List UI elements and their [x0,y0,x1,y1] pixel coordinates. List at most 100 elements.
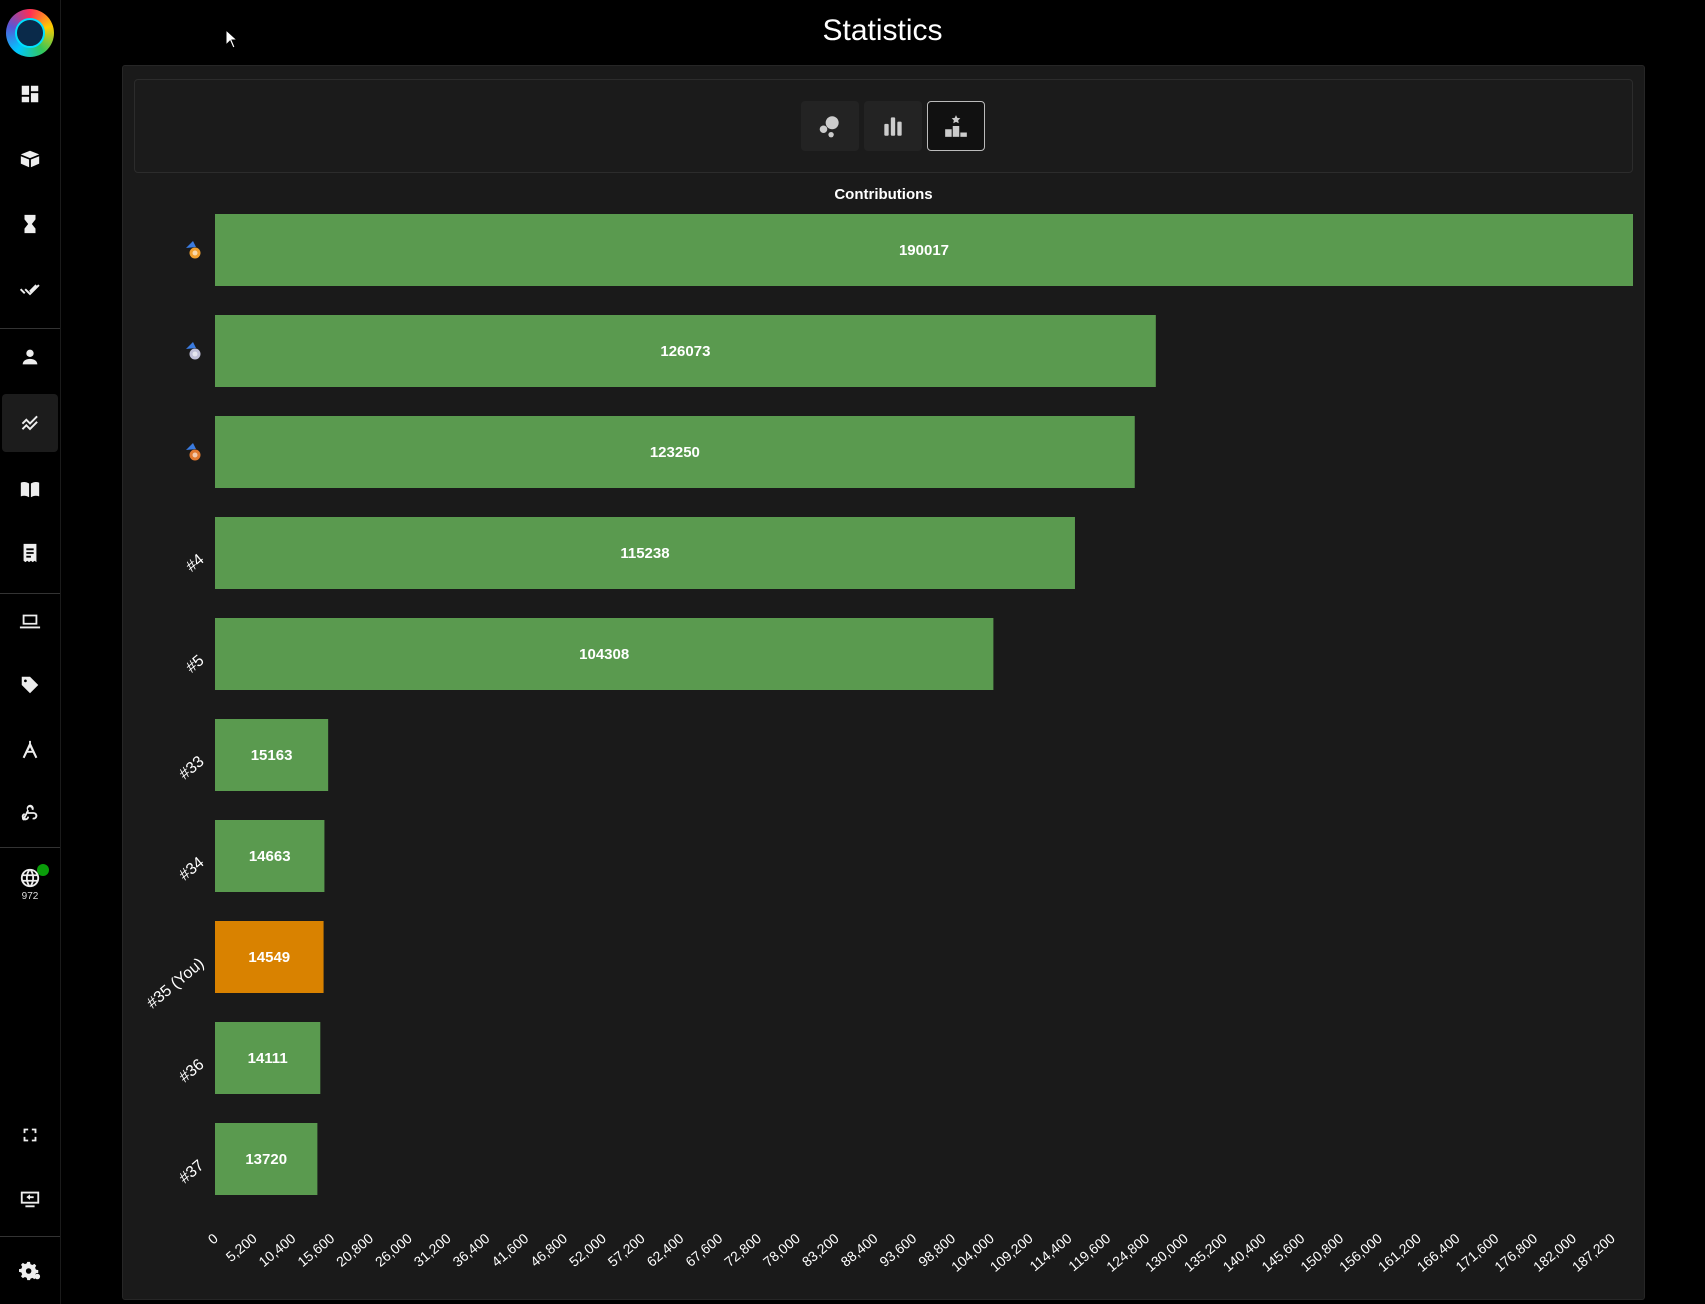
bar-data-label: 104308 [579,646,629,663]
x-tick-label: 20,800 [333,1230,376,1270]
bubble-chart-button[interactable] [801,101,859,151]
sidebar-item-devices[interactable] [0,592,60,650]
bubbles-icon [819,116,839,138]
y-tick-label: #4 [183,551,208,576]
fullscreen-icon [23,1128,37,1142]
laptop-icon [19,614,41,629]
logo-face [15,18,45,48]
app-logo[interactable] [6,9,54,57]
x-tick-label: 124,800 [1103,1230,1152,1275]
x-tick-label: 78,000 [760,1230,803,1270]
y-tick-label: #34 [176,854,207,884]
x-tick-label: 0 [205,1230,221,1247]
x-tick-label: 140,400 [1220,1230,1269,1275]
sidebar-item-tools[interactable] [0,721,60,779]
bar-data-label: 126073 [660,343,710,360]
bar-data-label: 115238 [620,545,669,562]
x-tick-label: 104,000 [948,1230,997,1275]
leaderboard-button[interactable] [927,101,985,151]
bar-data-label: 14111 [248,1050,288,1067]
sidebar: 972 [0,0,61,1304]
receipt-icon [23,543,37,563]
sidebar-item-fullscreen[interactable] [0,1106,60,1164]
y-tick-label: #35 (You) [144,955,208,1012]
screen-share-icon [20,1191,40,1208]
bar-chart-icon [884,117,902,136]
contributions-bar-chart: 190017 126073 123250 115238 #4 104308 #5 15163 #… [144,214,1633,1275]
x-tick-label: 36,400 [449,1230,492,1270]
bar-data-label: 14549 [248,949,290,966]
x-tick-label: 161,200 [1375,1230,1424,1275]
x-tick-label: 135,200 [1181,1230,1230,1275]
bar-data-label: 190017 [899,242,949,259]
podium-icon [945,115,967,137]
webhook-icon [21,804,38,821]
x-tick-label: 26,000 [372,1230,415,1270]
tag-icon [21,676,39,694]
y-tick-label: #37 [176,1157,207,1187]
x-tick-label: 46,800 [527,1230,570,1270]
x-tick-label: 109,200 [987,1230,1036,1275]
x-tick-label: 93,600 [876,1230,919,1270]
sidebar-item-done[interactable] [0,260,60,318]
x-tick-label: 182,000 [1530,1230,1579,1275]
x-tick-label: 57,200 [605,1230,648,1270]
bar-data-label: 14663 [249,848,291,865]
chart-line-icon [21,415,38,431]
bar-data-label: 15163 [251,747,293,764]
sidebar-item-settings[interactable] [0,1242,60,1300]
sidebar-item-profile[interactable] [0,328,60,386]
x-tick-label: 41,600 [488,1230,531,1270]
sidebar-divider [0,1236,60,1237]
x-tick-label: 31,200 [411,1230,454,1270]
sidebar-item-dashboard[interactable] [0,65,60,123]
silver-medal-icon [186,342,201,360]
x-tick-label: 67,600 [682,1230,725,1270]
x-tick-label: 10,400 [255,1230,298,1270]
dashboard-icon [21,85,39,103]
gear-icon [19,1261,41,1281]
x-tick-label: 187,200 [1569,1230,1618,1275]
sidebar-item-statistics[interactable] [2,394,58,452]
gold-medal-icon [186,241,201,259]
sidebar-item-tags[interactable] [0,656,60,714]
x-tick-label: 15,600 [294,1230,337,1270]
x-tick-label: 72,800 [721,1230,764,1270]
person-icon [22,349,38,365]
x-tick-label: 166,400 [1414,1230,1463,1275]
stats-panel: Contributions 190017 126073 123250 115238 #4… [122,65,1645,1300]
x-tick-label: 150,800 [1297,1230,1346,1275]
y-tick-label: #33 [176,753,207,783]
hourglass-icon [24,214,36,234]
sidebar-item-webhooks[interactable] [0,784,60,842]
chart-type-toolbar [134,79,1633,173]
sidebar-item-pending[interactable] [0,195,60,253]
bar-chart-button[interactable] [864,101,922,151]
sidebar-item-online[interactable]: 972 [0,858,60,910]
x-tick-label: 83,200 [799,1230,842,1270]
online-status-dot [37,864,49,876]
y-tick-label: #36 [176,1056,207,1086]
mouse-cursor-icon [225,29,239,49]
sidebar-item-packages[interactable] [0,130,60,188]
x-tick-label: 145,600 [1258,1230,1307,1275]
bronze-medal-icon [186,443,201,461]
sidebar-item-logs[interactable] [0,524,60,582]
x-tick-label: 156,000 [1336,1230,1385,1275]
x-tick-label: 130,000 [1142,1230,1191,1275]
compass-icon [22,740,38,759]
box-icon [20,150,40,168]
x-tick-label: 176,800 [1491,1230,1540,1275]
bar-data-label: 13720 [245,1151,287,1168]
sidebar-divider [0,847,60,848]
x-tick-label: 88,400 [838,1230,881,1270]
book-open-icon [20,481,40,498]
y-tick-label: #5 [183,652,208,677]
online-count: 972 [21,890,39,902]
x-tick-label: 62,400 [643,1230,686,1270]
page-title: Statistics [822,14,943,47]
sidebar-item-docs[interactable] [0,460,60,518]
x-tick-label: 114,400 [1026,1230,1074,1274]
bar-data-label: 123250 [650,444,700,461]
sidebar-item-remote[interactable] [0,1170,60,1228]
